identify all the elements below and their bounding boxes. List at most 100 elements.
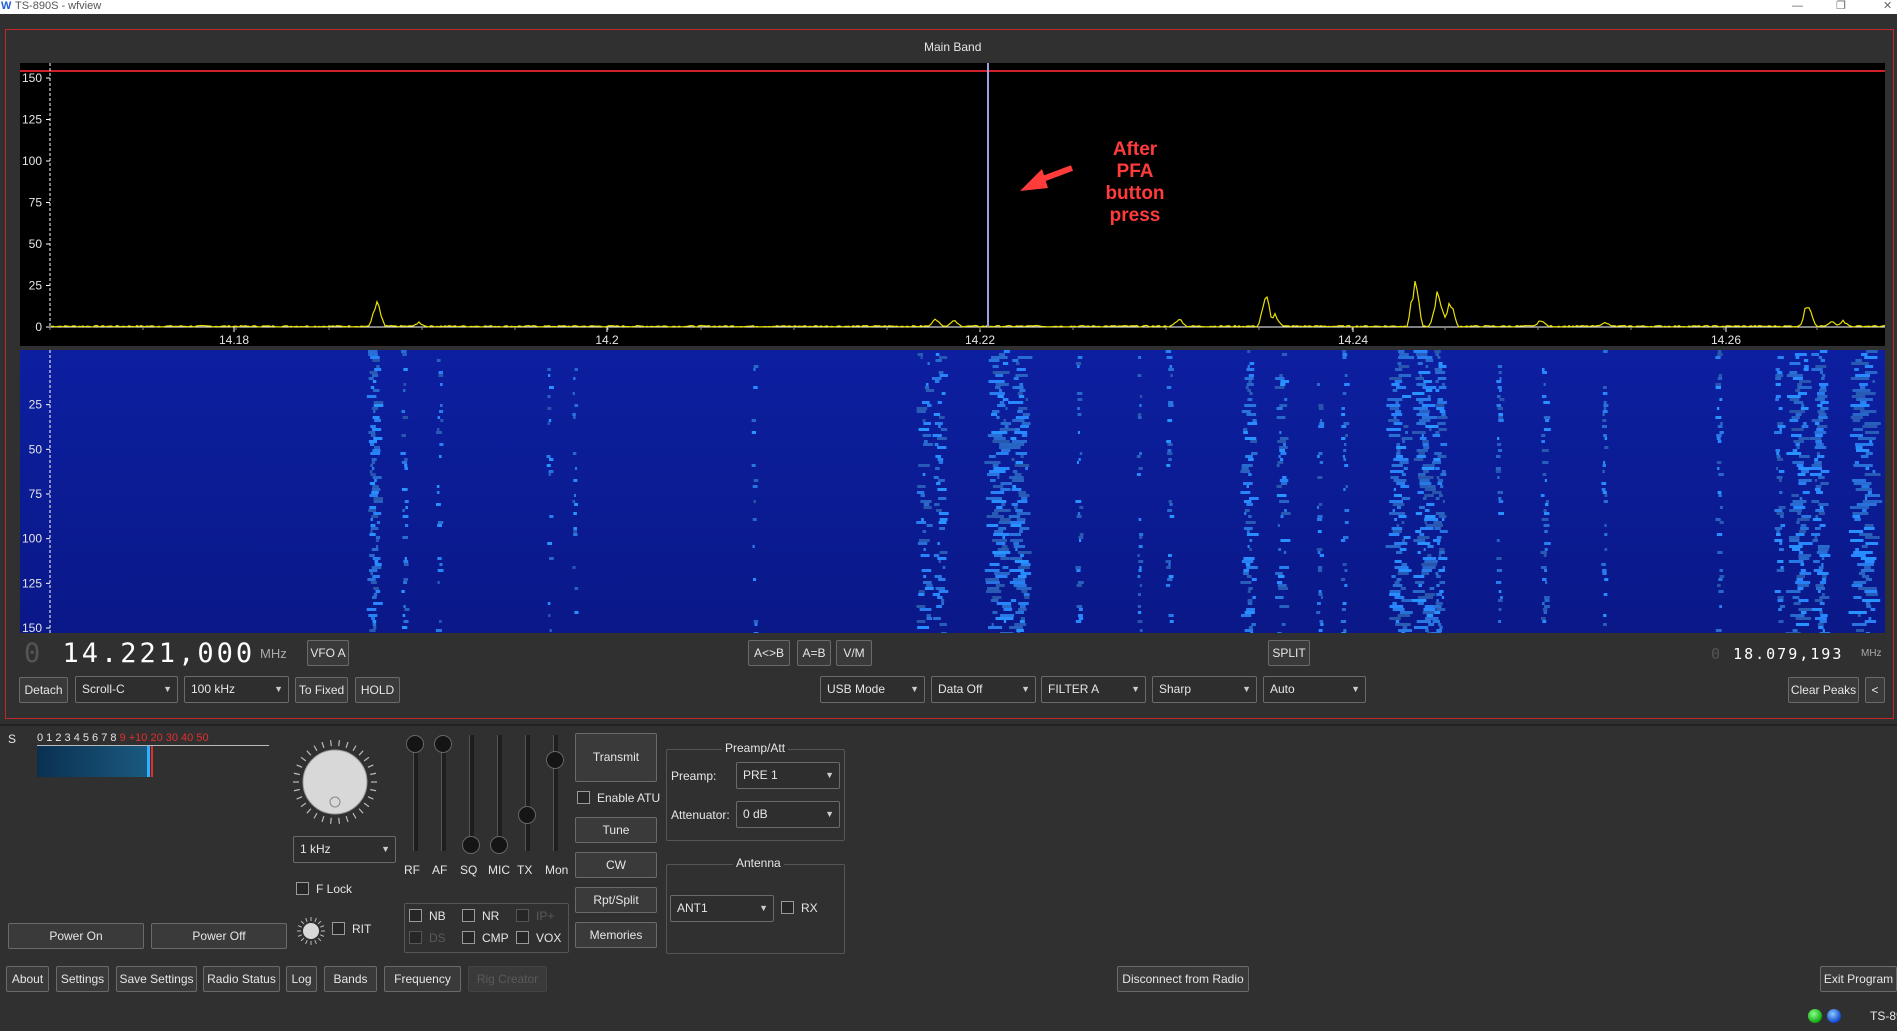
bands-button[interactable]: Bands	[324, 966, 377, 992]
attenuator-select[interactable]: 0 dB ▼	[736, 801, 840, 828]
data-mode-select[interactable]: Data Off ▼	[931, 676, 1036, 703]
minimize-icon[interactable]: —	[1792, 0, 1803, 13]
memories-button[interactable]: Memories	[575, 922, 657, 948]
scroll-mode-select[interactable]: Scroll-C ▼	[75, 676, 178, 703]
waterfall-signal	[1862, 500, 1883, 503]
spectrum-plot[interactable]: 150 125 100 75 50 25 0 14.18 14.2 14.22 14.24 14.2…	[20, 63, 1885, 346]
waterfall-signal	[1277, 632, 1282, 633]
waterfall-signal	[1245, 563, 1251, 566]
detach-button[interactable]: Detach	[19, 677, 68, 703]
mon-slider-handle[interactable]	[546, 751, 564, 769]
waterfall-signal	[1774, 527, 1783, 530]
tuning-step-select[interactable]: 1 kHz ▼	[293, 836, 396, 863]
filter-shape-select[interactable]: Sharp ▼	[1152, 676, 1257, 703]
waterfall-signal	[1818, 389, 1827, 392]
vfo-a-button[interactable]: VFO A	[307, 640, 349, 666]
waterfall-signal	[920, 494, 925, 497]
sq-slider-handle[interactable]	[462, 836, 480, 854]
power-on-button[interactable]: Power On	[8, 923, 144, 949]
sub-frequency-display[interactable]: 0 18.079,193	[1711, 645, 1843, 663]
frequency-button[interactable]: Frequency	[384, 966, 461, 992]
vm-button[interactable]: V/M	[836, 640, 872, 666]
agc-select[interactable]: Auto ▼	[1263, 676, 1366, 703]
waterfall-signal	[1021, 590, 1028, 593]
power-off-button[interactable]: Power Off	[151, 923, 287, 949]
mode-select[interactable]: USB Mode ▼	[820, 676, 925, 703]
span-select[interactable]: 100 kHz ▼	[184, 676, 289, 703]
waterfall-signal	[1396, 524, 1400, 527]
cw-button[interactable]: CW	[575, 852, 657, 878]
waterfall-signal	[1000, 422, 1012, 425]
waterfall-signal	[1244, 509, 1250, 512]
waterfall-signal	[986, 515, 1004, 518]
hold-button[interactable]: HOLD	[355, 677, 400, 703]
a-swap-b-button[interactable]: A<>B	[748, 640, 790, 666]
a-equals-b-button[interactable]: A=B	[797, 640, 831, 666]
waterfall-signal	[573, 416, 576, 419]
split-button[interactable]: SPLIT	[1268, 640, 1310, 666]
antenna-select[interactable]: ANT1 ▼	[670, 895, 774, 922]
log-button[interactable]: Log	[286, 966, 317, 992]
waterfall-signal	[1015, 374, 1028, 377]
exit-program-button[interactable]: Exit Program	[1820, 966, 1897, 992]
close-icon[interactable]: ✕	[1883, 0, 1892, 13]
waterfall-signal	[1425, 365, 1429, 368]
about-button[interactable]: About	[6, 966, 49, 992]
waterfall-signal	[1436, 608, 1446, 611]
annotation-text: After PFA button press	[1080, 139, 1190, 227]
waterfall-signal	[920, 500, 932, 503]
rit-knob[interactable]	[294, 916, 328, 946]
waterfall-signal	[1792, 596, 1800, 599]
save-settings-button[interactable]: Save Settings	[116, 966, 197, 992]
clear-peaks-button[interactable]: Clear Peaks	[1788, 677, 1859, 703]
restore-icon[interactable]: ❐	[1836, 0, 1846, 13]
waterfall-signal	[1243, 428, 1248, 431]
waterfall-signal	[1244, 611, 1255, 614]
rig-creator-button[interactable]: Rig Creator	[468, 966, 547, 992]
tx-slider-track[interactable]	[525, 735, 530, 851]
filter-select[interactable]: FILTER A ▼	[1041, 676, 1146, 703]
af-slider-handle[interactable]	[434, 735, 452, 753]
waterfall-signal	[371, 458, 377, 461]
antenna-title: Antenna	[733, 856, 784, 870]
waterfall-signal	[1078, 614, 1083, 617]
waterfall-signal	[1798, 599, 1809, 602]
mic-slider-handle[interactable]	[490, 836, 508, 854]
waterfall-signal	[1341, 413, 1346, 416]
tune-button[interactable]: Tune	[575, 817, 657, 843]
waterfall-signal	[936, 509, 942, 512]
main-frequency-display[interactable]: 0 14.221,000	[24, 639, 255, 669]
waterfall-plot[interactable]: 25 50 75 100 125 150	[20, 350, 1885, 633]
waterfall-signal	[1340, 578, 1346, 581]
waterfall-signal	[1797, 386, 1812, 389]
preamp-select[interactable]: PRE 1 ▼	[736, 762, 840, 789]
tx-slider-handle[interactable]	[518, 806, 536, 824]
checkbox-box	[409, 909, 422, 922]
transmit-button[interactable]: Transmit	[575, 733, 657, 782]
waterfall-signal	[1389, 590, 1401, 593]
radio-status-button[interactable]: Radio Status	[203, 966, 280, 992]
settings-button[interactable]: Settings	[56, 966, 109, 992]
waterfall-signal	[1319, 554, 1325, 557]
waterfall-signal	[1278, 575, 1285, 578]
tuning-knob[interactable]	[290, 737, 380, 827]
waterfall-signal	[1021, 434, 1028, 437]
mic-slider-track[interactable]	[497, 735, 502, 851]
rpt-split-button[interactable]: Rpt/Split	[575, 887, 657, 913]
waterfall-signal	[1243, 500, 1252, 503]
to-fixed-button[interactable]: To Fixed	[295, 677, 348, 703]
waterfall-signal	[1785, 632, 1801, 633]
knob-tick	[300, 802, 307, 808]
waterfall-signal	[1817, 572, 1829, 575]
sq-slider-track[interactable]	[469, 735, 474, 851]
disconnect-button[interactable]: Disconnect from Radio	[1117, 966, 1249, 992]
collapse-button[interactable]: <	[1865, 677, 1885, 703]
waterfall-signal	[994, 554, 1006, 557]
waterfall-signal	[938, 521, 947, 524]
rf-slider-handle[interactable]	[406, 735, 424, 753]
waterfall-signal	[1412, 392, 1425, 395]
waterfall-signal	[916, 620, 926, 623]
waterfall-signal	[1425, 629, 1429, 632]
waterfall-signal	[998, 527, 1007, 530]
waterfall-signal	[1855, 446, 1863, 449]
